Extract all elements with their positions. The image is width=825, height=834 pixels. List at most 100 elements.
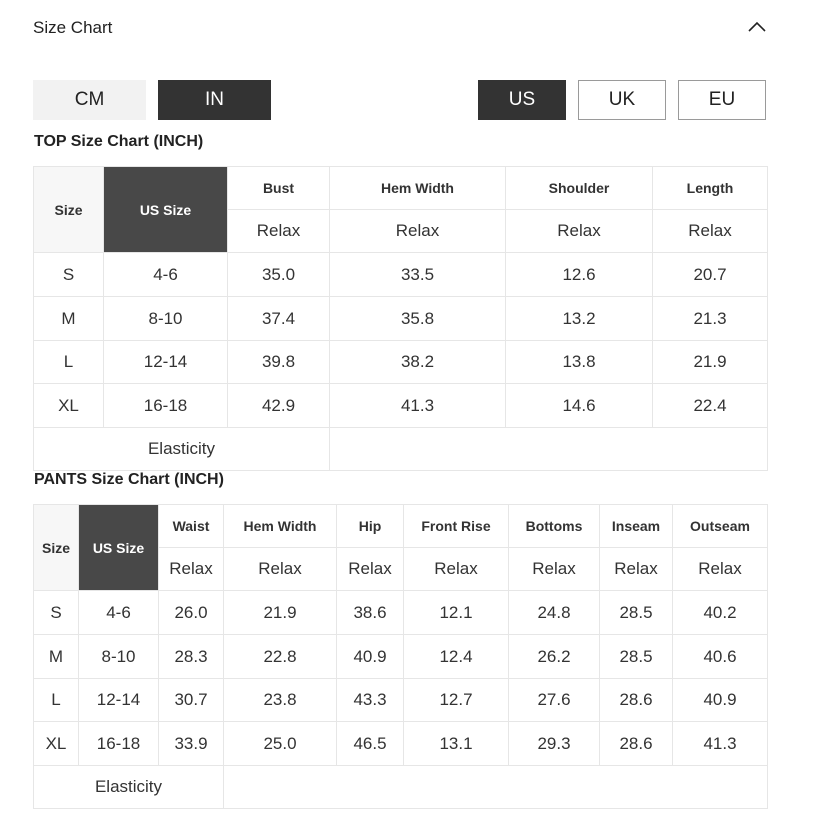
subheader-relax: Relax: [403, 547, 509, 591]
table-cell: 40.2: [672, 590, 768, 635]
header-bottoms: Bottoms: [508, 504, 600, 548]
table-cell: 4-6: [103, 252, 228, 297]
header-hip: Hip: [336, 504, 404, 548]
table-cell: 33.9: [158, 721, 224, 766]
header-us-size: US Size: [78, 504, 159, 591]
elasticity-row: Elasticity: [33, 427, 768, 471]
table-cell: 24.8: [508, 590, 600, 635]
table-cell: 12.7: [403, 678, 509, 722]
header-outseam: Outseam: [672, 504, 768, 548]
table-cell: 21.3: [652, 296, 768, 341]
table-cell: 46.5: [336, 721, 404, 766]
size-chart-title: Size Chart: [33, 18, 113, 37]
pants-size-chart-title: PANTS Size Chart (INCH): [34, 471, 224, 488]
table-cell: M: [33, 296, 104, 341]
header-front-rise: Front Rise: [403, 504, 509, 548]
table-cell: L: [33, 678, 79, 722]
table-row: L 12-14 30.7 23.8 43.3 12.7 27.6 28.6 40…: [33, 678, 768, 722]
table-cell: S: [33, 590, 79, 635]
table-row: L 12-14 39.8 38.2 13.8 21.9: [33, 340, 768, 384]
subheader-relax: Relax: [329, 209, 506, 253]
table-cell: 40.9: [336, 634, 404, 679]
table-cell: 12.6: [505, 252, 653, 297]
table-cell: 12.4: [403, 634, 509, 679]
elasticity-value: [223, 765, 768, 809]
table-cell: 29.3: [508, 721, 600, 766]
table-cell: M: [33, 634, 79, 679]
header-size: Size: [33, 504, 79, 591]
table-cell: 14.6: [505, 383, 653, 428]
table-cell: 30.7: [158, 678, 224, 722]
table-cell: 26.2: [508, 634, 600, 679]
table-cell: XL: [33, 721, 79, 766]
table-cell: 43.3: [336, 678, 404, 722]
header-length: Length: [652, 166, 768, 210]
table-cell: 13.8: [505, 340, 653, 384]
table-cell: 39.8: [227, 340, 330, 384]
table-cell: S: [33, 252, 104, 297]
top-size-chart-title: TOP Size Chart (INCH): [34, 133, 204, 150]
table-cell: 35.8: [329, 296, 506, 341]
table-cell: 12-14: [78, 678, 159, 722]
elasticity-label: Elasticity: [33, 765, 224, 809]
unit-cm-button[interactable]: CM: [33, 80, 146, 120]
table-cell: 41.3: [329, 383, 506, 428]
pants-size-table: Size US Size Waist Hem Width Hip Front R…: [33, 504, 768, 809]
region-us-button[interactable]: US: [478, 80, 566, 120]
table-cell: 12.1: [403, 590, 509, 635]
region-uk-button[interactable]: UK: [578, 80, 666, 120]
size-chart-header[interactable]: Size Chart: [33, 0, 768, 56]
header-hem-width: Hem Width: [329, 166, 506, 210]
top-size-table: Size US Size Bust Hem Width Shoulder Len…: [33, 166, 768, 471]
table-cell: 13.1: [403, 721, 509, 766]
table-cell: 21.9: [223, 590, 337, 635]
table-row: XL 16-18 33.9 25.0 46.5 13.1 29.3 28.6 4…: [33, 721, 768, 766]
table-cell: 16-18: [103, 383, 228, 428]
elasticity-label: Elasticity: [33, 427, 330, 471]
table-cell: 28.5: [599, 634, 673, 679]
header-waist: Waist: [158, 504, 224, 548]
table-row: M 8-10 28.3 22.8 40.9 12.4 26.2 28.5 40.…: [33, 634, 768, 679]
table-cell: 41.3: [672, 721, 768, 766]
table-cell: 33.5: [329, 252, 506, 297]
table-row: S 4-6 26.0 21.9 38.6 12.1 24.8 28.5 40.2: [33, 590, 768, 635]
subheader-relax: Relax: [336, 547, 404, 591]
subheader-relax: Relax: [223, 547, 337, 591]
table-cell: 21.9: [652, 340, 768, 384]
header-shoulder: Shoulder: [505, 166, 653, 210]
subheader-relax: Relax: [672, 547, 768, 591]
table-cell: 28.3: [158, 634, 224, 679]
unit-in-button[interactable]: IN: [158, 80, 271, 120]
subheader-relax: Relax: [227, 209, 330, 253]
header-us-size: US Size: [103, 166, 228, 253]
table-cell: 28.6: [599, 721, 673, 766]
chevron-up-icon[interactable]: [746, 16, 768, 38]
region-eu-button[interactable]: EU: [678, 80, 766, 120]
elasticity-row: Elasticity: [33, 765, 768, 809]
table-cell: 23.8: [223, 678, 337, 722]
table-cell: 8-10: [103, 296, 228, 341]
table-cell: 37.4: [227, 296, 330, 341]
table-cell: 25.0: [223, 721, 337, 766]
table-cell: 27.6: [508, 678, 600, 722]
table-cell: 40.9: [672, 678, 768, 722]
header-inseam: Inseam: [599, 504, 673, 548]
table-row: S 4-6 35.0 33.5 12.6 20.7: [33, 252, 768, 297]
table-cell: 22.4: [652, 383, 768, 428]
table-cell: L: [33, 340, 104, 384]
table-cell: 40.6: [672, 634, 768, 679]
table-cell: 38.2: [329, 340, 506, 384]
table-cell: 20.7: [652, 252, 768, 297]
table-cell: 12-14: [103, 340, 228, 384]
table-cell: 16-18: [78, 721, 159, 766]
subheader-relax: Relax: [599, 547, 673, 591]
unit-region-toggles: CM IN US UK EU: [33, 80, 768, 120]
subheader-relax: Relax: [158, 547, 224, 591]
table-cell: 28.6: [599, 678, 673, 722]
table-cell: 28.5: [599, 590, 673, 635]
table-row: M 8-10 37.4 35.8 13.2 21.3: [33, 296, 768, 341]
table-cell: 8-10: [78, 634, 159, 679]
subheader-relax: Relax: [508, 547, 600, 591]
header-hem-width: Hem Width: [223, 504, 337, 548]
table-cell: 4-6: [78, 590, 159, 635]
